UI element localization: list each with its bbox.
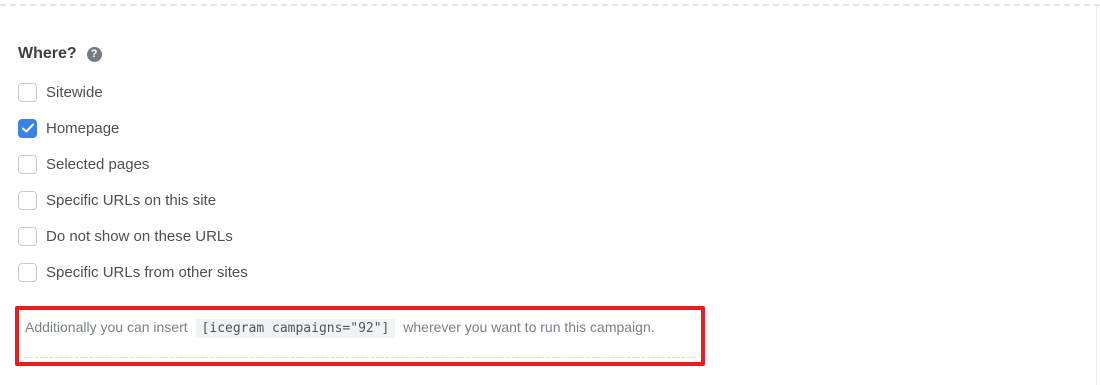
option-sitewide[interactable]: Sitewide xyxy=(18,74,1078,110)
help-icon[interactable]: ? xyxy=(86,46,102,62)
checkbox-specific-urls-this-site[interactable] xyxy=(18,190,37,210)
shortcode-note: Additionally you can insert [icegram cam… xyxy=(25,314,695,358)
where-heading: Where? ? xyxy=(18,40,1078,68)
check-icon xyxy=(21,123,34,133)
checkbox-specific-urls-other-sites[interactable] xyxy=(18,262,37,282)
option-label: Selected pages xyxy=(46,155,150,173)
where-options-list: Sitewide Homepage Selected pages Specifi… xyxy=(18,74,1078,290)
option-label: Specific URLs from other sites xyxy=(46,263,248,281)
option-label: Sitewide xyxy=(46,83,103,101)
shortcode-highlight-box: Additionally you can insert [icegram cam… xyxy=(15,306,705,366)
option-selected-pages[interactable]: Selected pages xyxy=(18,146,1078,182)
option-specific-urls-other-sites[interactable]: Specific URLs from other sites xyxy=(18,254,1078,290)
option-do-not-show-urls[interactable]: Do not show on these URLs xyxy=(18,218,1078,254)
checkbox-sitewide[interactable] xyxy=(18,82,37,102)
option-specific-urls-this-site[interactable]: Specific URLs on this site xyxy=(18,182,1078,218)
where-section: Where? ? Sitewide Homepage Selected page… xyxy=(18,40,1078,290)
option-label: Specific URLs on this site xyxy=(46,191,217,209)
top-dashed-divider xyxy=(0,4,1100,6)
checkbox-do-not-show-urls[interactable] xyxy=(18,226,37,246)
right-panel-border xyxy=(1096,6,1097,385)
shortcode-text-before: Additionally you can insert xyxy=(25,319,188,335)
checkbox-homepage[interactable] xyxy=(18,118,37,138)
shortcode-code[interactable]: [icegram campaigns="92"] xyxy=(195,319,396,338)
option-label: Homepage xyxy=(46,119,120,137)
shortcode-text-after: wherever you want to run this campaign. xyxy=(403,319,655,335)
option-label: Do not show on these URLs xyxy=(46,227,233,245)
checkbox-selected-pages[interactable] xyxy=(18,154,37,174)
option-homepage[interactable]: Homepage xyxy=(18,110,1078,146)
where-heading-text: Where? xyxy=(18,45,77,62)
